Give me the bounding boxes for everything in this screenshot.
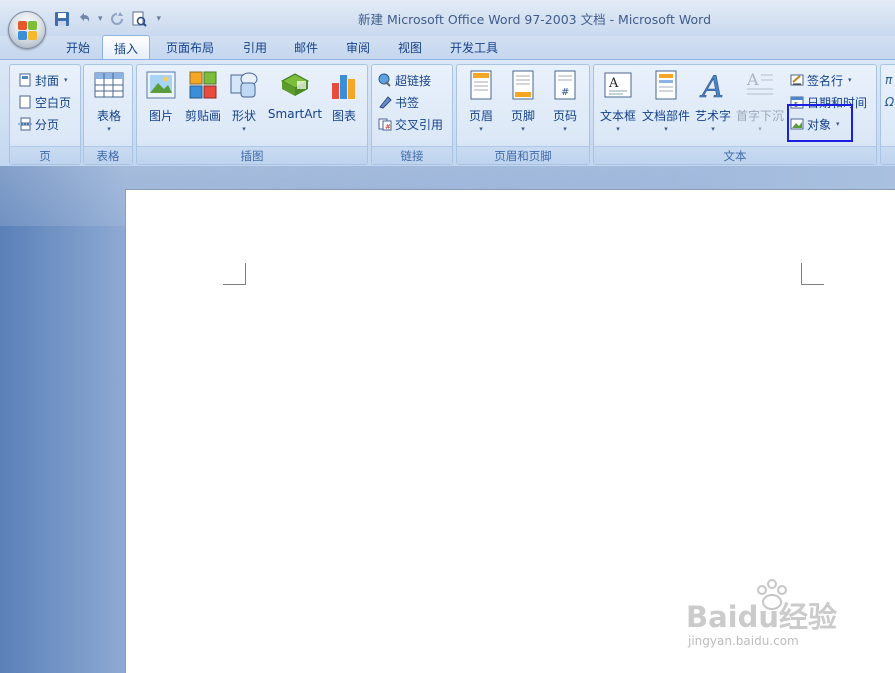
clipart-icon <box>188 69 218 101</box>
group-symbols-partial: π Ω <box>880 64 895 165</box>
dropcap-button: A 首字下沉 ▾ <box>736 69 785 133</box>
group-label-text: 文本 <box>594 146 876 164</box>
shapes-icon <box>229 69 259 101</box>
group-links: 超链接 书签 # 交叉引用 链接 <box>371 64 453 165</box>
svg-text:A: A <box>699 70 724 101</box>
tab-developer[interactable]: 开发工具 <box>436 35 512 60</box>
textbox-button[interactable]: A 文本框 ▾ <box>598 69 638 133</box>
chart-icon <box>329 69 359 101</box>
cover-page-icon <box>18 73 32 87</box>
baidu-watermark: Baidu经验 jingyan.baidu.com <box>686 579 856 654</box>
svg-text:A: A <box>746 70 759 89</box>
group-header-footer: 页眉 ▾ 页脚 ▾ # 页码 ▾ 页眉和页脚 <box>456 64 590 165</box>
picture-button[interactable]: 图片 <box>145 69 177 124</box>
svg-text:#: # <box>385 123 391 131</box>
tab-mailings[interactable]: 邮件 <box>280 35 332 60</box>
group-label-links: 链接 <box>372 146 452 164</box>
group-label-partial <box>881 146 895 164</box>
signature-line-icon <box>790 73 804 87</box>
redo-icon[interactable] <box>109 11 125 27</box>
svg-text:A: A <box>608 76 619 91</box>
watermark-url: jingyan.baidu.com <box>688 634 799 648</box>
textbox-icon: A <box>603 69 633 101</box>
wordart-button[interactable]: A 艺术字 ▾ <box>694 69 732 133</box>
group-tables: 表格 ▾ 表格 <box>83 64 133 165</box>
tab-home[interactable]: 开始 <box>54 35 102 60</box>
undo-icon[interactable] <box>76 11 92 27</box>
header-icon <box>466 69 496 101</box>
bookmark-icon <box>378 95 392 109</box>
print-preview-icon[interactable] <box>131 11 147 27</box>
cross-reference-icon: # <box>378 117 392 131</box>
globe-link-icon <box>378 73 392 87</box>
group-label-illustrations: 插图 <box>137 146 367 164</box>
wordart-icon: A <box>698 69 728 106</box>
footer-icon <box>508 69 538 101</box>
chart-button[interactable]: 图表 <box>327 69 361 124</box>
smartart-button[interactable]: SmartArt <box>267 69 323 121</box>
tab-view[interactable]: 视图 <box>384 35 436 60</box>
ribbon-tabs: 开始 插入 页面布局 引用 邮件 审阅 视图 开发工具 <box>54 35 512 60</box>
table-button[interactable]: 表格 ▾ <box>93 69 125 133</box>
page-break-icon <box>18 117 32 131</box>
shapes-button[interactable]: 形状 ▾ <box>227 69 261 133</box>
crop-mark-top-right <box>801 263 824 285</box>
signature-line-button[interactable]: 签名行 ▾ <box>790 70 852 90</box>
customize-qat-icon[interactable]: ▾ <box>157 14 162 24</box>
tab-review[interactable]: 审阅 <box>332 35 384 60</box>
hyperlink-button[interactable]: 超链接 <box>378 70 431 90</box>
office-logo-icon <box>18 21 38 41</box>
crop-mark-top-left <box>223 263 246 285</box>
quick-parts-button[interactable]: 文档部件 ▾ <box>642 69 690 133</box>
symbol-icon[interactable]: Ω <box>885 92 894 112</box>
save-icon[interactable] <box>54 11 70 27</box>
tab-page-layout[interactable]: 页面布局 <box>150 35 230 60</box>
picture-icon <box>146 69 176 101</box>
smartart-icon <box>280 69 310 101</box>
page-number-button[interactable]: # 页码 ▾ <box>549 69 581 133</box>
undo-dropdown-icon[interactable]: ▾ <box>98 14 103 24</box>
group-pages: 封面 ▾ 空白页 分页 页 <box>9 64 81 165</box>
group-label-tables: 表格 <box>84 146 132 164</box>
tab-insert[interactable]: 插入 <box>102 35 150 60</box>
cross-reference-button[interactable]: # 交叉引用 <box>378 114 443 134</box>
blank-page-icon <box>18 95 32 109</box>
dropcap-icon: A <box>745 69 775 101</box>
ribbon: 封面 ▾ 空白页 分页 页 表格 ▾ 表格 图片 剪贴画 形状 ▾ SmartA… <box>0 59 895 166</box>
window-title: 新建 Microsoft Office Word 97-2003 文档 - Mi… <box>358 12 712 27</box>
quick-parts-icon <box>651 69 681 101</box>
group-illustrations: 图片 剪贴画 形状 ▾ SmartArt 图表 插图 <box>136 64 368 165</box>
blank-page-button[interactable]: 空白页 <box>18 92 71 112</box>
watermark-brand: Baidu经验 <box>686 600 838 634</box>
clipart-button[interactable]: 剪贴画 <box>183 69 223 124</box>
footer-button[interactable]: 页脚 ▾ <box>507 69 539 133</box>
bookmark-button[interactable]: 书签 <box>378 92 419 112</box>
page-break-button[interactable]: 分页 <box>18 114 59 134</box>
cover-page-button[interactable]: 封面 ▾ <box>18 70 68 90</box>
quick-access-toolbar: ▾ ▾ <box>54 9 161 29</box>
office-button[interactable] <box>8 11 46 49</box>
table-icon <box>94 69 124 101</box>
equation-icon[interactable]: π <box>885 70 892 90</box>
svg-text:#: # <box>561 87 569 98</box>
header-button[interactable]: 页眉 ▾ <box>465 69 497 133</box>
title-bar: ▾ ▾ 新建 Microsoft Office Word 97-2003 文档 … <box>0 0 895 36</box>
group-label-pages: 页 <box>10 146 80 164</box>
highlight-box <box>787 104 853 142</box>
group-label-header-footer: 页眉和页脚 <box>457 146 589 164</box>
page-number-icon: # <box>550 69 580 101</box>
tab-references[interactable]: 引用 <box>230 35 280 60</box>
